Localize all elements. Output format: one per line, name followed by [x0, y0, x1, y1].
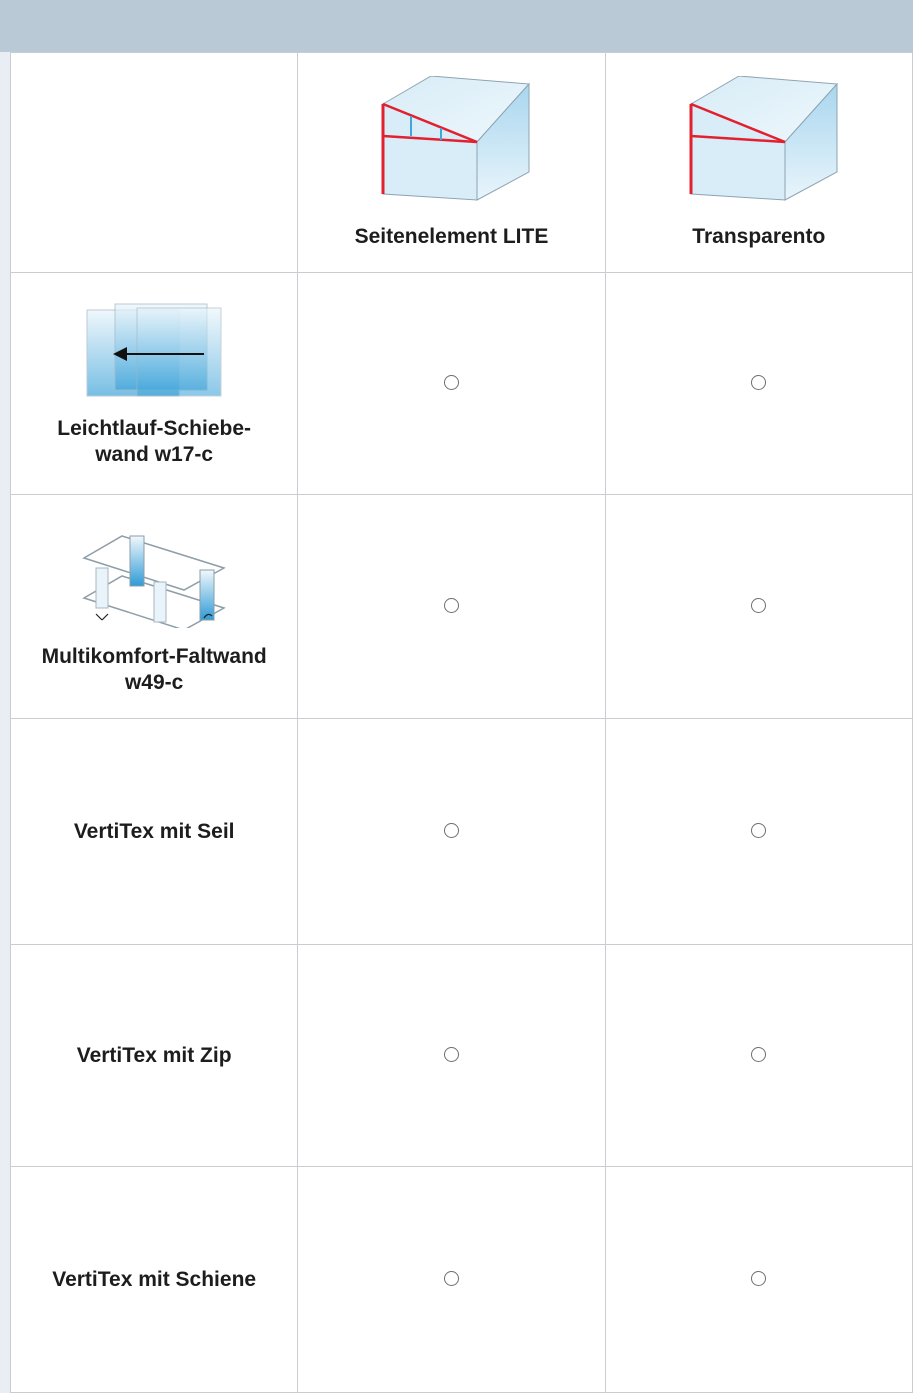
- row-label-line1: VertiTex mit Schiene: [52, 1267, 257, 1291]
- row-label-line2: w49-c: [124, 670, 184, 694]
- value-cell: [297, 1166, 606, 1393]
- value-cell: [604, 1166, 913, 1393]
- value-cell: [297, 718, 606, 945]
- column-label-seitenelement: Seitenelement LITE: [354, 224, 549, 248]
- row-label-line1: VertiTex mit Zip: [76, 1043, 232, 1067]
- value-cell: [604, 944, 913, 1167]
- row-label-line2: wand w17-c: [95, 442, 214, 466]
- radio-circle-icon: [443, 1270, 459, 1286]
- row-label-cell: Leichtlauf-Schiebe- wand w17-c: [9, 272, 299, 495]
- folding-wall-icon: [82, 534, 227, 628]
- table-row: VertiTex mit Schiene: [9, 1166, 913, 1393]
- column-label-transparento: Transparento: [692, 224, 826, 248]
- sliding-wall-icon: [86, 303, 222, 396]
- value-cell: [297, 494, 606, 719]
- radio-circle-icon: [751, 597, 767, 613]
- radio-circle-icon: [751, 1270, 767, 1286]
- value-cell: [604, 272, 913, 495]
- compatibility-table: Seitenelement LITE Transparento Leichtla…: [9, 52, 913, 1393]
- table-row: VertiTex mit Seil: [9, 718, 913, 945]
- value-cell: [297, 272, 606, 495]
- table-row: Multikomfort-Faltwand w49-c: [9, 494, 913, 719]
- table-row: VertiTex mit Zip: [9, 944, 913, 1167]
- header-row: Seitenelement LITE Transparento: [9, 52, 913, 273]
- radio-circle-icon: [751, 1046, 767, 1062]
- header-empty-cell: [9, 52, 299, 273]
- radio-circle-icon: [443, 822, 459, 838]
- row-label-line1: Multikomfort-Faltwand: [41, 644, 267, 668]
- header-cell-transparento: Transparento: [604, 52, 913, 273]
- row-label-cell: VertiTex mit Zip: [9, 944, 299, 1167]
- table-row: Leichtlauf-Schiebe- wand w17-c: [9, 272, 913, 495]
- row-label-cell: VertiTex mit Seil: [9, 718, 299, 945]
- row-label-line1: Leichtlauf-Schiebe-: [57, 416, 251, 440]
- seitenelement-lite-icon: [381, 75, 531, 201]
- radio-circle-icon: [443, 597, 459, 613]
- row-label-line1: VertiTex mit Seil: [73, 819, 235, 843]
- value-cell: [604, 494, 913, 719]
- header-cell-seitenelement: Seitenelement LITE: [297, 52, 606, 273]
- row-label-cell: VertiTex mit Schiene: [9, 1166, 299, 1393]
- top-bar: [0, 0, 913, 52]
- radio-circle-icon: [751, 822, 767, 838]
- row-label-cell: Multikomfort-Faltwand w49-c: [9, 494, 299, 719]
- left-margin-strip: [0, 52, 10, 1390]
- radio-circle-icon: [751, 374, 767, 390]
- radio-circle-icon: [443, 374, 459, 390]
- value-cell: [604, 718, 913, 945]
- value-cell: [297, 944, 606, 1167]
- transparento-icon: [689, 75, 838, 201]
- radio-circle-icon: [443, 1046, 459, 1062]
